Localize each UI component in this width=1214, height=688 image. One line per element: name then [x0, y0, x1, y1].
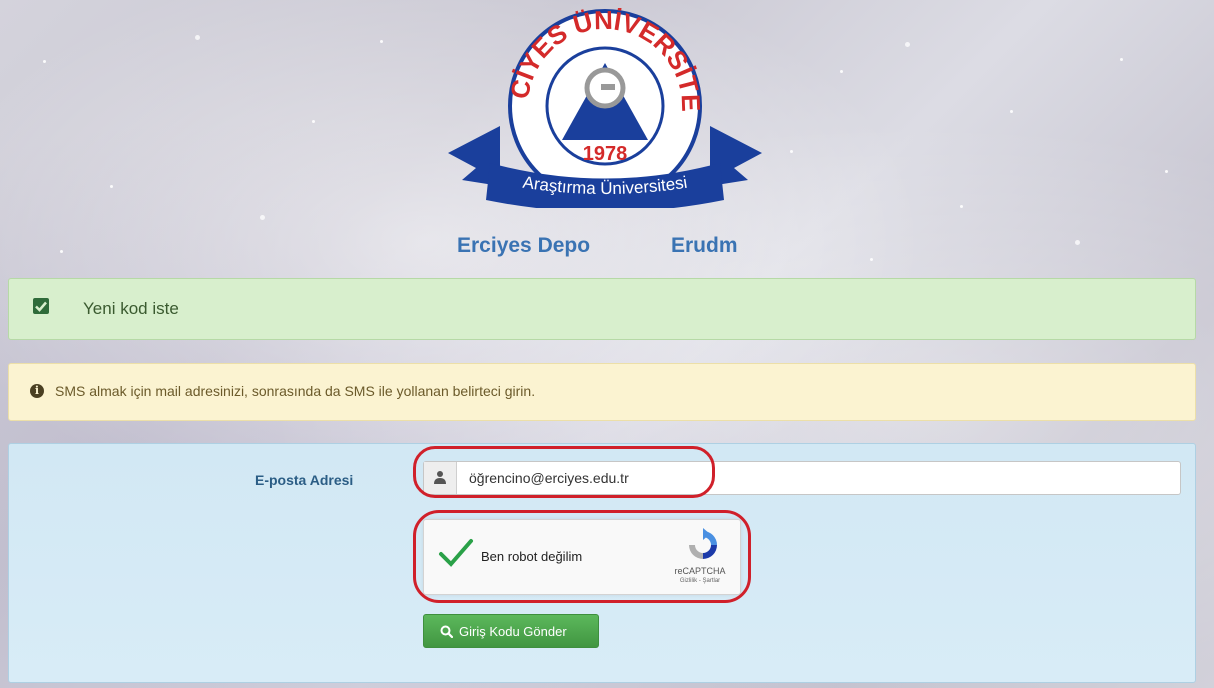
recaptcha-brand: reCAPTCHA — [674, 566, 726, 576]
recaptcha-terms[interactable]: Gizlilik - Şartlar — [668, 578, 732, 584]
user-icon — [434, 471, 446, 484]
top-links: Erciyes Depo Erudm — [0, 234, 1214, 264]
recaptcha-logo-icon — [689, 528, 717, 559]
email-addon — [424, 462, 457, 494]
login-form-panel: E-posta Adresi Ben robot değilim reCAPTC… — [8, 443, 1196, 683]
erudm-link[interactable]: Erudm — [671, 234, 738, 258]
recaptcha-widget: Ben robot değilim reCAPTCHA Gizlilik - Ş… — [423, 519, 741, 595]
new-code-label: Yeni kod iste — [83, 299, 179, 318]
erciyes-depo-link[interactable]: Erciyes Depo — [457, 234, 590, 258]
recaptcha-label: Ben robot değilim — [481, 549, 583, 564]
checkbox-checked-icon — [33, 298, 49, 314]
email-input-group — [423, 461, 1181, 495]
send-login-code-label: Giriş Kodu Gönder — [459, 624, 567, 639]
email-field[interactable] — [457, 462, 1177, 494]
university-logo: ERCİYES ÜNİVERSİTESİ 1978 Araştırma Üniv… — [440, 8, 762, 208]
logo-year: 1978 — [583, 143, 628, 165]
email-label: E-posta Adresi — [255, 472, 354, 488]
send-login-code-button[interactable]: Giriş Kodu Gönder — [423, 614, 599, 648]
recaptcha-checkmark-icon[interactable] — [438, 538, 474, 568]
info-circle-icon: i — [30, 384, 44, 398]
new-code-alert[interactable]: Yeni kod iste — [8, 278, 1196, 340]
search-icon — [440, 625, 453, 638]
sms-info-message: SMS almak için mail adresinizi, sonrasın… — [55, 383, 536, 399]
sms-info-alert: i SMS almak için mail adresinizi, sonras… — [8, 363, 1196, 421]
